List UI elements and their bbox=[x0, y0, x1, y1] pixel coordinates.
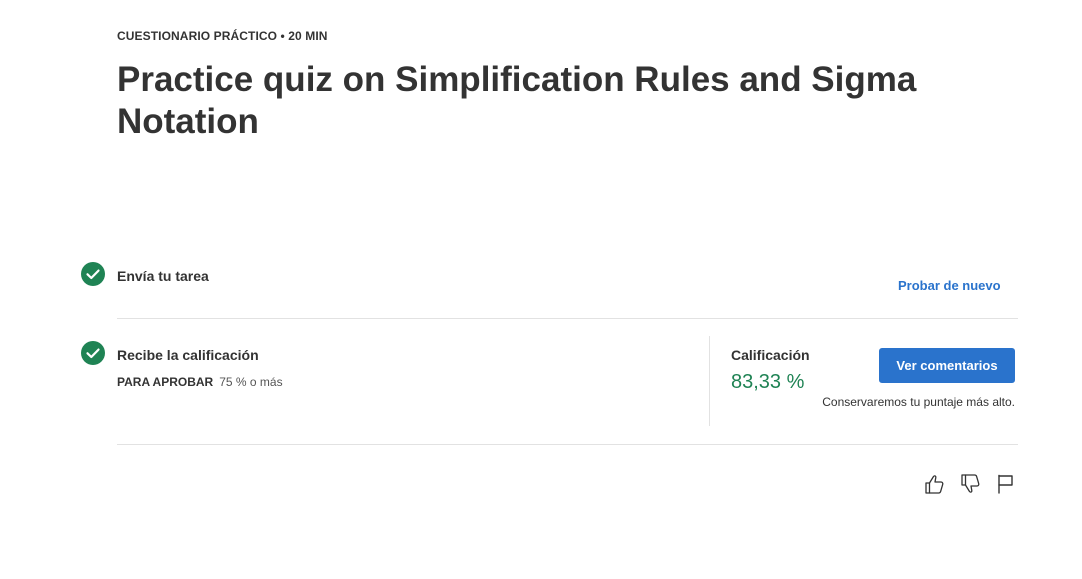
pass-value: 75 % o más bbox=[219, 375, 283, 389]
thumbs-up-icon[interactable] bbox=[922, 472, 946, 496]
thumbs-down-icon[interactable] bbox=[958, 472, 982, 496]
pass-label: PARA APROBAR bbox=[117, 375, 214, 389]
flag-icon[interactable] bbox=[994, 472, 1018, 496]
vertical-divider bbox=[709, 336, 710, 426]
divider bbox=[117, 444, 1018, 445]
pass-requirement: PARA APROBAR 75 % o más bbox=[117, 375, 283, 389]
divider bbox=[117, 318, 1018, 319]
step-grade-label: Recibe la calificación bbox=[117, 347, 259, 363]
check-circle-icon bbox=[81, 262, 105, 286]
grade-label: Calificación bbox=[731, 347, 810, 363]
quiz-eyebrow: CUESTIONARIO PRÁCTICO • 20 MIN bbox=[117, 29, 328, 43]
grade-value: 83,33 % bbox=[731, 371, 805, 393]
step-submit-label: Envía tu tarea bbox=[117, 268, 209, 284]
highest-score-note: Conservaremos tu puntaje más alto. bbox=[822, 395, 1015, 409]
retry-link[interactable]: Probar de nuevo bbox=[898, 278, 1001, 293]
page-title: Practice quiz on Simplification Rules an… bbox=[117, 60, 917, 141]
view-feedback-button[interactable]: Ver comentarios bbox=[879, 348, 1015, 383]
check-circle-icon bbox=[81, 341, 105, 365]
